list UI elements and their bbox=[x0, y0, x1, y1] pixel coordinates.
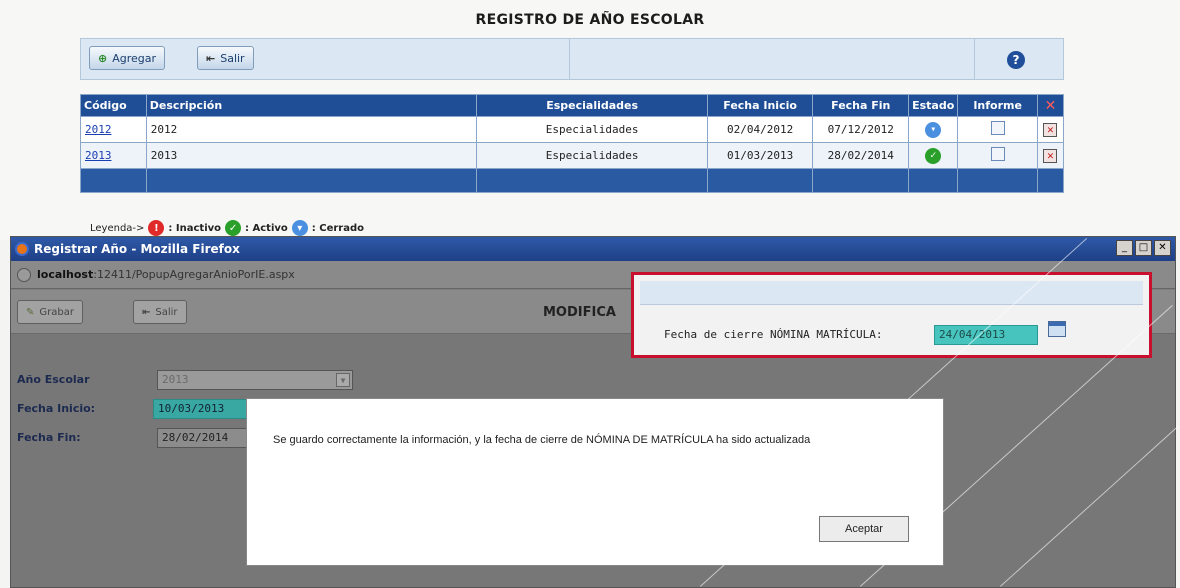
column-header-delete: ✕ bbox=[1036, 94, 1065, 117]
status-cell: ✓ bbox=[908, 142, 959, 169]
minimize-icon[interactable]: _ bbox=[1116, 240, 1133, 256]
active-status-icon: ✓ bbox=[925, 147, 942, 164]
save-button-label: Grabar bbox=[39, 306, 74, 318]
column-header-start-date[interactable]: Fecha Inicio bbox=[706, 94, 814, 117]
table-header-row: Código Descripción Especialidades Fecha … bbox=[80, 94, 1065, 117]
code-link[interactable]: 2012 bbox=[80, 116, 147, 143]
start-date-field[interactable]: 10/03/2013 bbox=[153, 399, 253, 419]
legend-active: : Activo bbox=[245, 222, 288, 234]
status-cell: ▾ bbox=[908, 116, 959, 143]
description-cell: 2012 bbox=[145, 116, 478, 143]
close-icon[interactable]: ✕ bbox=[1154, 240, 1171, 256]
end-date-field[interactable]: 28/02/2014 bbox=[157, 428, 249, 448]
toolbar-section bbox=[570, 39, 976, 79]
delete-icon[interactable]: ✕ bbox=[1043, 122, 1058, 137]
school-year-label: Año Escolar bbox=[17, 373, 90, 386]
exit-button[interactable]: ⇤ Salir bbox=[197, 46, 254, 70]
report-cell[interactable] bbox=[957, 142, 1038, 169]
column-header-end-date[interactable]: Fecha Fin bbox=[812, 94, 910, 117]
closing-date-label: Fecha de cierre NÓMINA MATRÍCULA: bbox=[664, 328, 883, 341]
table-row: 2013 2013 Especialidades 01/03/2013 28/0… bbox=[80, 142, 1065, 169]
table-row: 2012 2012 Especialidades 02/04/2012 07/1… bbox=[80, 116, 1065, 143]
code-link-text[interactable]: 2013 bbox=[85, 149, 112, 162]
end-date-label: Fecha Fin: bbox=[17, 431, 81, 444]
url-text[interactable]: localhost:12411/PopupAgregarAnioPorIE.as… bbox=[37, 268, 295, 281]
chevron-down-icon[interactable]: ▼ bbox=[336, 373, 350, 387]
end-date-cell: 28/02/2014 bbox=[812, 142, 910, 169]
legend-prefix: Leyenda-> bbox=[90, 222, 145, 234]
column-header-status[interactable]: Estado bbox=[908, 94, 959, 117]
site-globe-icon bbox=[17, 267, 31, 282]
description-cell: 2013 bbox=[145, 142, 478, 169]
school-year-select[interactable]: 2013 ▼ bbox=[157, 370, 353, 390]
report-icon[interactable] bbox=[990, 121, 1005, 135]
legend-closed: : Cerrado bbox=[311, 222, 365, 234]
mode-title: MODIFICA bbox=[543, 305, 616, 320]
exit-icon: ⇤ bbox=[142, 306, 151, 318]
active-status-icon: ✓ bbox=[225, 220, 242, 236]
status-legend: Leyenda-> ! : Inactivo ✓ : Activo ▾ : Ce… bbox=[90, 220, 364, 236]
specialties-cell[interactable]: Especialidades bbox=[476, 142, 708, 169]
report-icon[interactable] bbox=[990, 147, 1005, 161]
delete-cell[interactable]: ✕ bbox=[1036, 116, 1065, 143]
firefox-icon bbox=[15, 242, 29, 256]
add-button[interactable]: ⊕ Agregar bbox=[89, 46, 166, 70]
column-header-code[interactable]: Código bbox=[80, 94, 147, 117]
closed-status-icon: ▾ bbox=[925, 121, 942, 138]
window-titlebar[interactable]: Registrar Año - Mozilla Firefox bbox=[11, 237, 1175, 261]
specialties-cell[interactable]: Especialidades bbox=[476, 116, 708, 143]
url-host: localhost bbox=[37, 268, 94, 281]
save-icon: ✎ bbox=[26, 306, 35, 318]
accept-button[interactable]: Aceptar bbox=[819, 516, 909, 542]
exit-icon: ⇤ bbox=[206, 51, 216, 65]
column-header-specialties[interactable]: Especialidades bbox=[476, 94, 708, 117]
help-icon[interactable]: ? bbox=[1007, 51, 1025, 69]
code-link[interactable]: 2013 bbox=[80, 142, 147, 169]
start-date-cell: 01/03/2013 bbox=[706, 142, 814, 169]
exit-button-label: Salir bbox=[220, 51, 245, 65]
delete-icon[interactable]: ✕ bbox=[1043, 148, 1058, 163]
url-path: :12411/PopupAgregarAnioPorIE.aspx bbox=[93, 268, 295, 281]
closed-status-icon: ▾ bbox=[291, 220, 308, 236]
start-date-label: Fecha Inicio: bbox=[17, 402, 96, 415]
main-toolbar: ⊕ Agregar ⇤ Salir ? bbox=[80, 38, 1064, 80]
dialog-message: Se guardo correctamente la información, … bbox=[273, 434, 811, 446]
school-year-value: 2013 bbox=[162, 373, 189, 386]
window-controls: _ □ ✕ bbox=[1116, 240, 1171, 256]
end-date-cell: 07/12/2012 bbox=[812, 116, 910, 143]
inactive-status-icon: ! bbox=[148, 220, 165, 236]
column-header-report[interactable]: Informe bbox=[957, 94, 1038, 117]
delete-cell[interactable]: ✕ bbox=[1036, 142, 1065, 169]
closing-date-highlight: Fecha de cierre NÓMINA MATRÍCULA: 24/04/… bbox=[631, 272, 1152, 358]
popup-exit-button-label: Salir bbox=[155, 306, 178, 318]
add-icon: ⊕ bbox=[98, 51, 108, 65]
page-title: REGISTRO DE AÑO ESCOLAR bbox=[475, 12, 705, 28]
maximize-icon[interactable]: □ bbox=[1135, 240, 1152, 256]
calendar-icon[interactable] bbox=[1048, 321, 1066, 337]
confirmation-dialog: Se guardo correctamente la información, … bbox=[246, 398, 944, 566]
window-title: Registrar Año - Mozilla Firefox bbox=[34, 242, 240, 256]
table-footer-row bbox=[80, 168, 1065, 193]
school-year-table: Código Descripción Especialidades Fecha … bbox=[80, 94, 1065, 193]
add-button-label: Agregar bbox=[112, 51, 157, 65]
start-date-cell: 02/04/2012 bbox=[706, 116, 814, 143]
column-header-description[interactable]: Descripción bbox=[145, 94, 478, 117]
save-button[interactable]: ✎ Grabar bbox=[17, 300, 83, 324]
code-link-text[interactable]: 2012 bbox=[85, 123, 112, 136]
highlight-header-bar bbox=[640, 281, 1143, 305]
popup-exit-button[interactable]: ⇤ Salir bbox=[133, 300, 187, 324]
report-cell[interactable] bbox=[957, 116, 1038, 143]
legend-inactive: : Inactivo bbox=[168, 222, 222, 234]
